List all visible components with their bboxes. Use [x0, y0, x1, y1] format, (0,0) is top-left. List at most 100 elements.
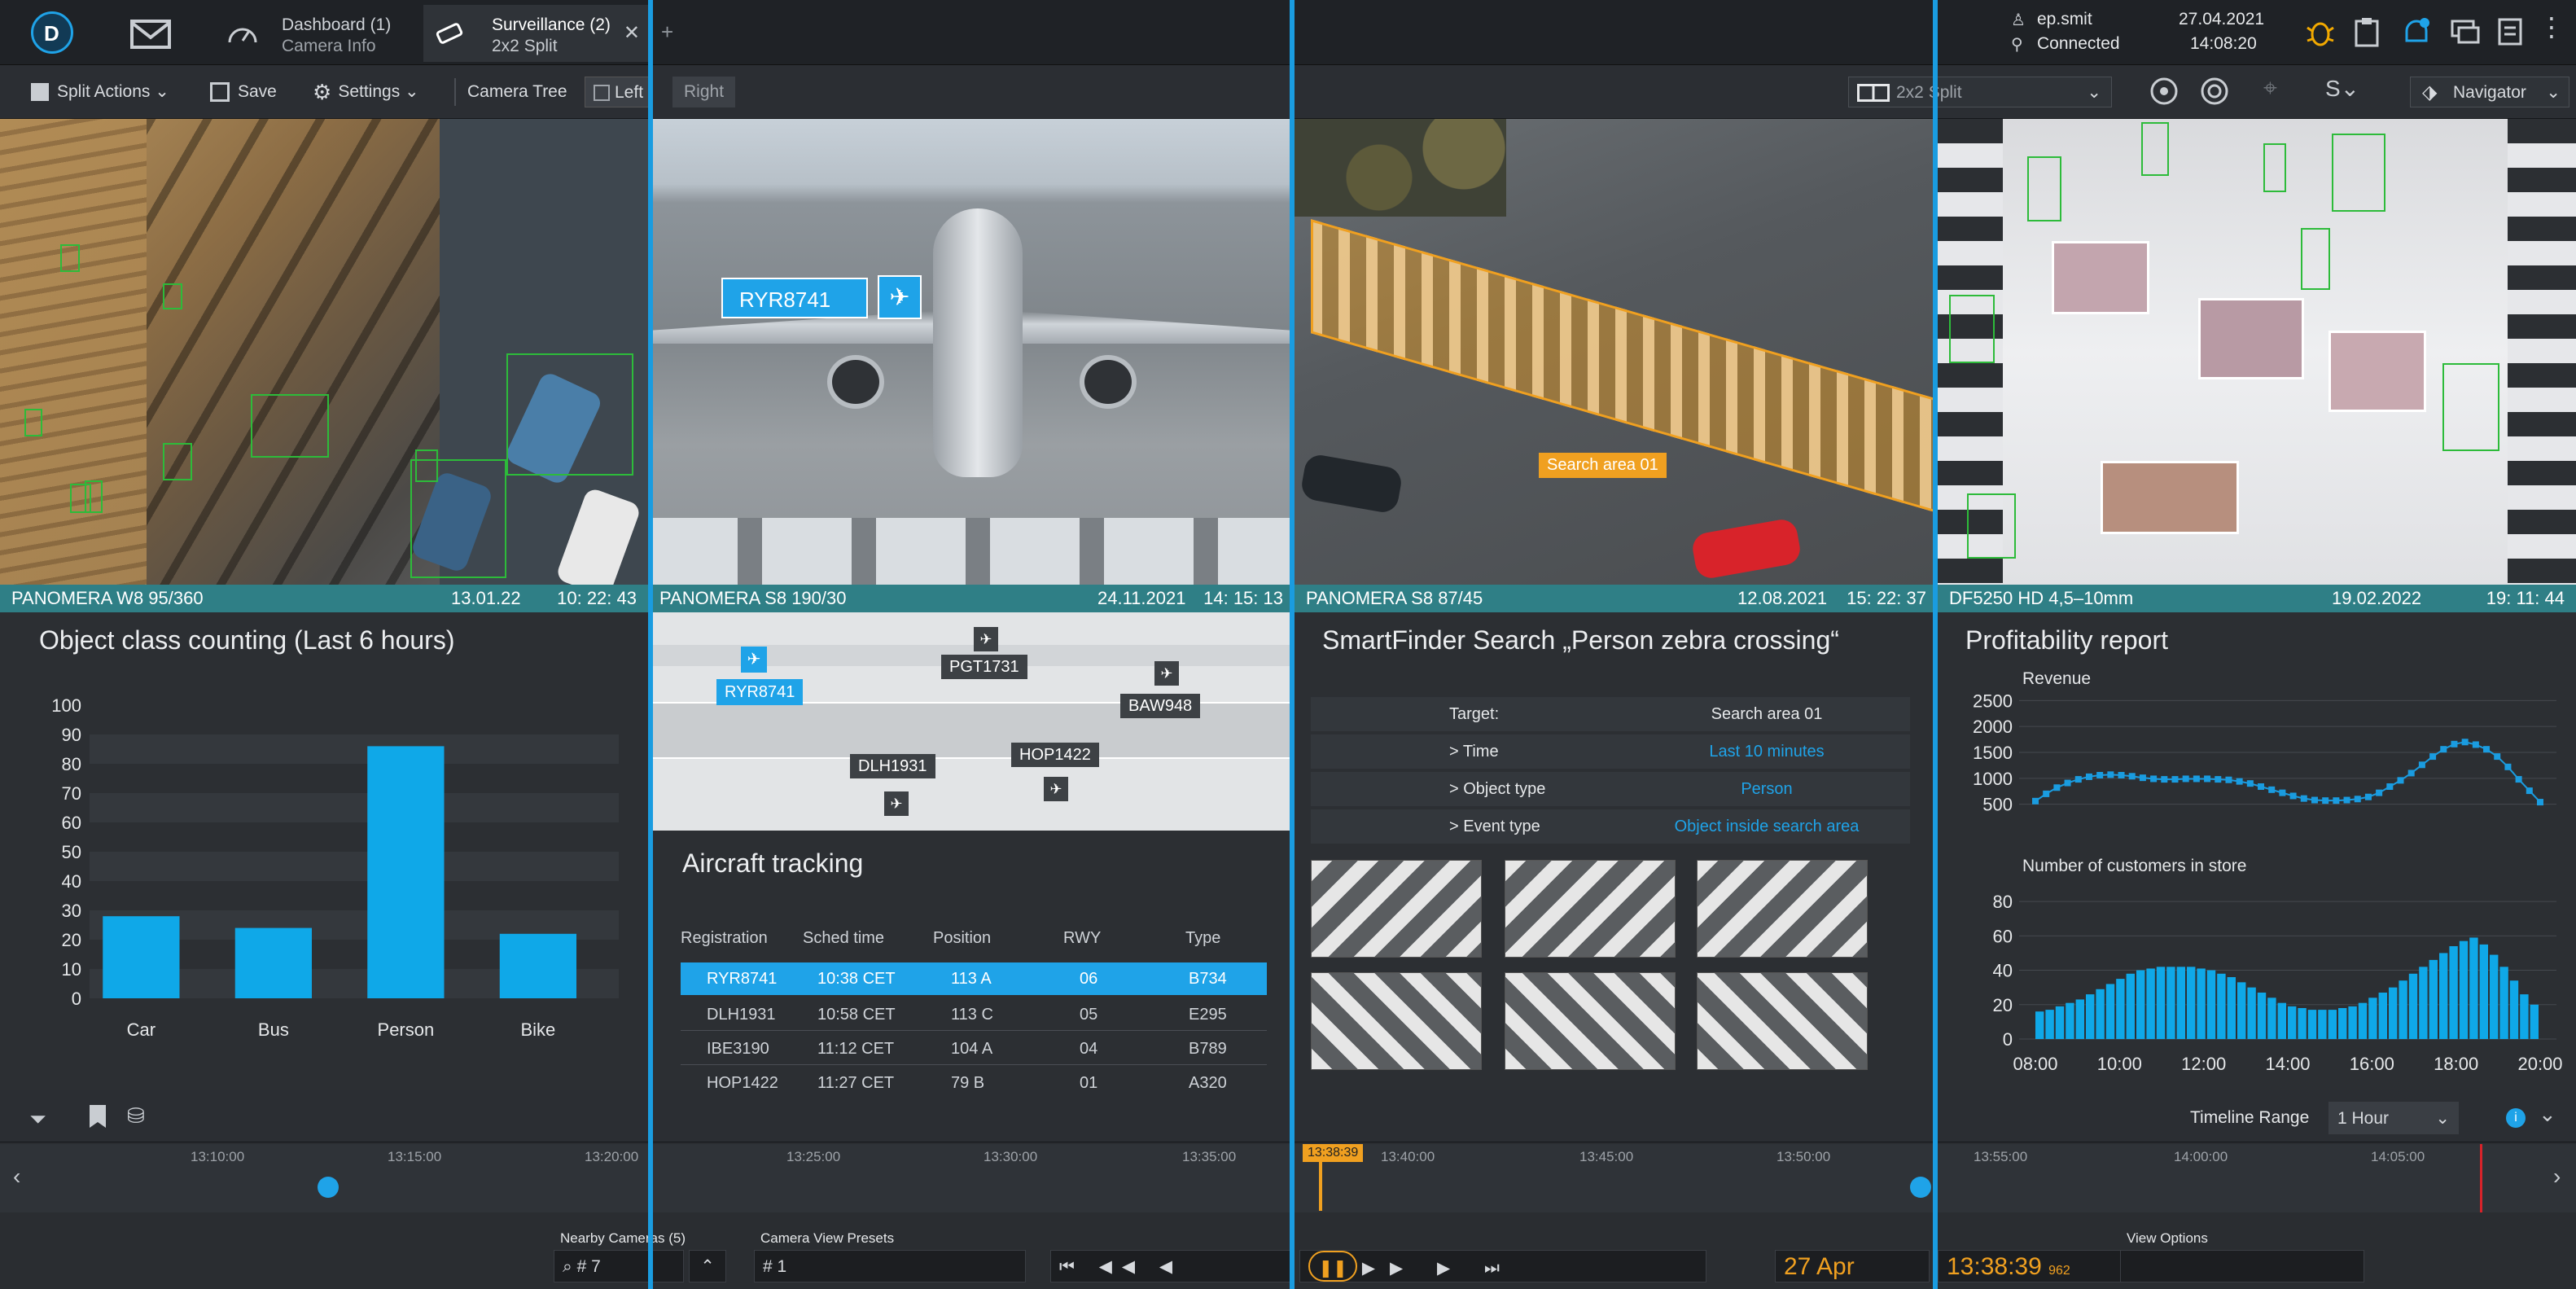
- playhead[interactable]: [1319, 1162, 1322, 1211]
- pause-button[interactable]: ❚❚: [1308, 1251, 1357, 1282]
- bar: [2288, 1006, 2297, 1039]
- camera-view-3[interactable]: Search area 01: [1295, 119, 1938, 585]
- chat-icon[interactable]: [2449, 16, 2482, 53]
- field-key: Target:: [1449, 705, 1500, 723]
- camera-view-2[interactable]: RYR8741 ✈: [648, 119, 1295, 585]
- table-cell: HOP1422: [707, 1074, 778, 1090]
- pane-divider[interactable]: [1290, 0, 1295, 1289]
- data-point: [2483, 746, 2491, 753]
- camera-preset-item[interactable]: # 1: [754, 1250, 1026, 1282]
- database-icon[interactable]: ⛁: [127, 1103, 145, 1129]
- data-point: [2085, 773, 2092, 780]
- y-tick-label: 80: [62, 754, 81, 774]
- table-cell: A320: [1189, 1074, 1227, 1090]
- detection-box: [1967, 493, 2016, 559]
- result-thumbnail[interactable]: [1311, 860, 1482, 958]
- bar: [2509, 980, 2519, 1039]
- timeline-range-select[interactable]: 1 Hour ⌄: [2328, 1102, 2459, 1134]
- filter-icon[interactable]: ⏷: [29, 1107, 46, 1133]
- result-thumbnail[interactable]: [1311, 972, 1482, 1070]
- camera-tree-label: Camera Tree: [467, 82, 567, 101]
- customers-label: Number of customers in store: [2022, 857, 2247, 875]
- search-field[interactable]: > Time Last 10 minutes: [1311, 734, 1910, 769]
- data-point: [2150, 775, 2158, 783]
- x-tick-label: 20:00: [2517, 1054, 2562, 1074]
- location-pin-icon[interactable]: ⌖: [2263, 75, 2277, 103]
- notification-bell-icon[interactable]: [2400, 16, 2433, 53]
- sync-icon[interactable]: S⌄: [2325, 75, 2359, 102]
- field-key: > Object type: [1449, 780, 1546, 798]
- tab-surveillance[interactable]: Surveillance (2) 2x2 Split ✕: [423, 5, 651, 62]
- bookmark-marker[interactable]: [1910, 1177, 1931, 1198]
- detection-box: [1949, 295, 1995, 363]
- detection-box: [60, 244, 80, 272]
- list-icon[interactable]: [2496, 16, 2526, 53]
- camera-tree-left-button[interactable]: Left: [585, 77, 653, 107]
- field-key: > Time: [1449, 743, 1499, 761]
- close-tab-icon[interactable]: ✕: [624, 23, 640, 44]
- pane-divider[interactable]: [648, 0, 653, 1289]
- x-tick-label: 16:00: [2350, 1054, 2394, 1074]
- clipboard-icon[interactable]: [2353, 16, 2382, 53]
- layout-select[interactable]: 2x2 Split ⌄: [1848, 77, 2112, 107]
- table-row[interactable]: HOP1422 11:27 CET 79 B 01 A320: [681, 1067, 1267, 1090]
- info-icon[interactable]: i: [2506, 1108, 2526, 1128]
- search-field[interactable]: > Event type Object inside search area: [1311, 809, 1910, 844]
- result-thumbnail[interactable]: [1505, 860, 1676, 958]
- table-row[interactable]: RYR8741 10:38 CET 113 A 06 B734: [681, 962, 1267, 995]
- pane-smartfinder: Search area 01 PANOMERA S8 87/45 12.08.2…: [1295, 119, 1938, 1090]
- camera-tree-right-button[interactable]: Right: [672, 77, 736, 107]
- y-tick-label: 40: [1993, 961, 2013, 981]
- data-point: [2279, 789, 2286, 796]
- tab-dashboard[interactable]: Dashboard (1) Camera Info: [220, 5, 415, 62]
- compass-icon: ⬗: [2422, 81, 2438, 103]
- header-date: 27.04.2021: [2179, 10, 2265, 28]
- mail-icon[interactable]: [130, 18, 173, 55]
- table-row[interactable]: DLH1931 10:58 CET 113 C 05 E295: [681, 998, 1267, 1031]
- nearby-cameras-toggle[interactable]: ⌃: [689, 1250, 726, 1282]
- target-icon[interactable]: [2198, 75, 2231, 112]
- flight-callout[interactable]: RYR8741: [721, 278, 868, 318]
- airport-map[interactable]: RYR8741 PGT1731 BAW948 DLH1931 HOP1422 ✈…: [648, 612, 1295, 831]
- bug-icon[interactable]: [2304, 16, 2337, 53]
- search-field[interactable]: > Object type Person: [1311, 772, 1910, 806]
- column-header: Position: [933, 929, 992, 947]
- camera-view-1[interactable]: [0, 119, 648, 585]
- result-thumbnail[interactable]: [1505, 972, 1676, 1070]
- timeline-left-arrow[interactable]: ‹: [13, 1164, 20, 1190]
- more-icon[interactable]: ⋮: [2539, 11, 2565, 42]
- settings-button[interactable]: ⚙ Settings ⌄: [313, 77, 419, 107]
- nearby-camera-item[interactable]: ⌕ # 7: [554, 1250, 684, 1282]
- bar: [2479, 944, 2488, 1039]
- detection-box: [251, 394, 329, 458]
- store-table: [2101, 461, 2239, 534]
- data-point: [2386, 783, 2394, 790]
- split-actions-button[interactable]: Split Actions ⌄: [31, 77, 169, 107]
- grid-layout-icon: [1857, 84, 1890, 103]
- bar: [2307, 1010, 2317, 1039]
- ptz-icon[interactable]: [2148, 75, 2180, 112]
- collapse-icon[interactable]: ⌄: [2539, 1102, 2556, 1127]
- result-thumbnail[interactable]: [1697, 972, 1868, 1070]
- view-options-bar[interactable]: [2120, 1250, 2364, 1282]
- timeline-right-arrow[interactable]: ›: [2553, 1164, 2561, 1190]
- bookmark-marker[interactable]: [318, 1177, 339, 1198]
- timeline-tick: 13:35:00: [1182, 1149, 1237, 1164]
- tab-dashboard-title: Dashboard (1): [282, 15, 392, 34]
- app-logo[interactable]: D: [31, 11, 73, 54]
- bar: [2136, 970, 2145, 1039]
- new-tab-button[interactable]: +: [661, 20, 673, 45]
- playback-controls-right[interactable]: ❚❚ ▶▶ ▶ ⏭: [1299, 1250, 1706, 1282]
- bar: [2156, 967, 2166, 1039]
- save-button[interactable]: Save: [210, 77, 277, 107]
- navigator-button[interactable]: ⬗ Navigator ⌄: [2410, 77, 2569, 107]
- playback-controls-left[interactable]: ⏮ ◀◀ ◀: [1050, 1250, 1291, 1282]
- table-row[interactable]: IBE3190 11:12 CET 104 A 04 B789: [681, 1033, 1267, 1065]
- camera-view-4[interactable]: [1938, 119, 2576, 585]
- timeline-range-label: Timeline Range: [2190, 1108, 2310, 1127]
- y-tick-label: 1500: [1973, 743, 2013, 763]
- result-thumbnail[interactable]: [1697, 860, 1868, 958]
- pane-divider[interactable]: [1933, 0, 1938, 1289]
- timeline-track[interactable]: ‹ › 13:10:00 13:15:00 13:20:00 13:25:00 …: [0, 1144, 2576, 1212]
- camera-icon: ⌕: [563, 1257, 577, 1276]
